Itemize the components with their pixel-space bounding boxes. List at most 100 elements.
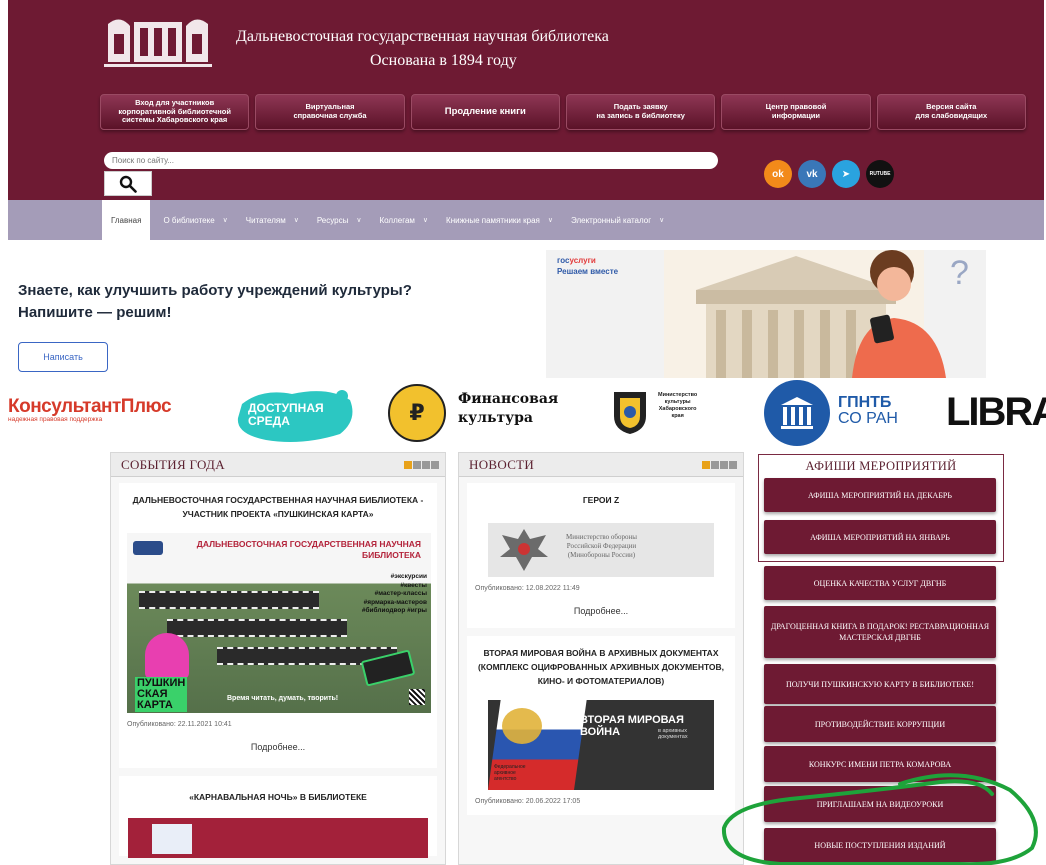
event-published-date: Опубликовано: 22.11.2021 10:41 — [127, 721, 232, 728]
ruble-icon[interactable]: ₽ — [388, 384, 446, 442]
gos-slogan: Решаем вместе — [557, 267, 619, 276]
event-title[interactable]: ДАЛЬНЕВОСТОЧНАЯ ГОСУДАРСТВЕННАЯ НАУЧНАЯ … — [127, 493, 429, 521]
banner-line-2: Напишите — решим! — [18, 304, 172, 321]
header-button-row: Вход для участников корпоративной библио… — [100, 94, 1026, 130]
nav-resources[interactable]: Ресурсы ∨ — [308, 200, 371, 240]
pushkin-card-button[interactable]: ПОЛУЧИ ПУШКИНСКУЮ КАРТУ В БИБЛИОТЕКЕ! — [764, 664, 996, 704]
dostupnaya-line-2: СРЕДА — [248, 414, 290, 428]
columns-icon — [781, 397, 813, 429]
konsultant-name: КонсультантПлюс — [8, 396, 172, 417]
financial-culture-logo[interactable]: Финансовая культура — [458, 390, 558, 428]
pushkin-image-slogan: Время читать, думать, творить! — [227, 695, 339, 702]
social-links: ok vk ➤ RUTUBE — [764, 160, 894, 188]
new-arrivals-button[interactable]: НОВЫЕ ПОСТУПЛЕНИЯ ИЗДАНИЙ — [764, 828, 996, 862]
gpntb-line-2: СО РАН — [838, 410, 898, 427]
uslugi-part: услуги — [569, 256, 596, 265]
events-column: СОБЫТИЯ ГОДА ДАЛЬНЕВОСТОЧНАЯ ГОСУДАРСТВЕ… — [110, 452, 446, 865]
registration-request-button[interactable]: Подать заявку на запись в библиотеку — [565, 94, 716, 130]
chevron-down-icon: ∨ — [356, 217, 362, 224]
nav-book-monuments[interactable]: Книжные памятники края ∨ — [437, 200, 562, 240]
view-switch-icon[interactable] — [404, 460, 439, 469]
ww2-archive-image[interactable]: ВТОРАЯ МИРОВАЯ ВОЙНА в архивных документ… — [488, 700, 714, 790]
odnoklassniki-icon[interactable]: ok — [764, 160, 792, 188]
news-article: ГЕРОИ Z Министерство обороны Российской … — [467, 483, 735, 628]
pushkin-image-brand: ПУШКИН СКАЯ КАРТА — [135, 677, 188, 712]
gos-part: гос — [557, 256, 570, 265]
minkult-name: Министерство культуры Хабаровского края — [658, 392, 698, 419]
news-more-link[interactable]: Подробнее... — [475, 606, 727, 616]
carnival-image[interactable] — [128, 818, 428, 858]
ww2-image-org: Федеральное архивное агентство — [494, 764, 526, 782]
news-title-text[interactable]: ВТОРАЯ МИРОВАЯ ВОЙНА В АРХИВНЫХ ДОКУМЕНТ… — [475, 646, 727, 688]
banner-question: Знаете, как улучшить работу учреждений к… — [18, 280, 412, 324]
nav-home[interactable]: Главная — [102, 200, 151, 240]
video-lessons-button[interactable]: ПРИГЛАШАЕМ НА ВИДЕОУРОКИ — [764, 786, 996, 822]
ww2-image-sub: в архивных документах — [658, 728, 688, 740]
gpntb-logo-icon[interactable] — [764, 380, 830, 446]
minkult-khabarovsk-logo[interactable]: Министерство культуры Хабаровского края — [608, 388, 738, 436]
minoborony-caption: Министерство обороны Российской Федераци… — [566, 533, 637, 559]
nav-about[interactable]: О библиотеке ∨ — [154, 200, 236, 240]
low-vision-version-button[interactable]: Версия сайта для слабовидящих — [876, 94, 1026, 130]
library-subtitle: Основана в 1894 году — [370, 52, 517, 69]
anti-corruption-button[interactable]: ПРОТИВОДЕЙСТВИЕ КОРРУПЦИИ — [764, 706, 996, 742]
site-header: Дальневосточная государственная научная … — [8, 0, 1044, 200]
view-switch-icon[interactable] — [702, 460, 737, 469]
chevron-down-icon: ∨ — [222, 217, 228, 224]
magnifier-icon — [119, 175, 137, 193]
nav-label: Главная — [111, 215, 142, 225]
events-header: СОБЫТИЯ ГОДА — [111, 453, 445, 477]
pushkin-image-title: ДАЛЬНЕВОСТОЧНАЯ ГОСУДАРСТВЕННАЯ НАУЧНАЯ … — [196, 539, 421, 560]
afisha-january-button[interactable]: АФИША МЕРОПРИЯТИЙ НА ЯНВАРЬ — [764, 520, 996, 554]
news-header: НОВОСТИ — [459, 453, 743, 477]
library-partner-logo[interactable]: LIBRAR — [946, 390, 1046, 435]
afisha-december-button[interactable]: АФИША МЕРОПРИЯТИЙ НА ДЕКАБРЬ — [764, 478, 996, 512]
service-quality-button[interactable]: ОЦЕНКА КАЧЕСТВА УСЛУГ ДВГНБ — [764, 566, 996, 600]
news-article: ВТОРАЯ МИРОВАЯ ВОЙНА В АРХИВНЫХ ДОКУМЕНТ… — [467, 636, 735, 815]
events-title: СОБЫТИЯ ГОДА — [121, 456, 225, 472]
main-nav: Главная О библиотеке ∨ Читателям ∨ Ресурсы… — [8, 200, 1044, 240]
nav-catalog[interactable]: Электронный каталог ∨ — [562, 200, 673, 240]
library-title: Дальневосточная государственная научная … — [236, 28, 609, 45]
news-title: НОВОСТИ — [469, 456, 535, 472]
precious-book-button[interactable]: ДРАГОЦЕННАЯ КНИГА В ПОДАРОК! РЕСТАВРАЦИО… — [764, 606, 996, 658]
minoborony-image[interactable]: Министерство обороны Российской Федераци… — [488, 523, 714, 577]
chevron-down-icon: ∨ — [547, 217, 553, 224]
event-article: «КАРНАВАЛЬНАЯ НОЧЬ» В БИБЛИОТЕКЕ — [119, 776, 437, 858]
news-published-date: Опубликовано: 12.08.2022 11:49 — [475, 585, 580, 592]
vk-icon[interactable]: vk — [798, 160, 826, 188]
search-input[interactable] — [104, 152, 718, 169]
news-column: НОВОСТИ ГЕРОИ Z Министерство обороны Рос… — [458, 452, 744, 865]
news-published-date: Опубликовано: 20.06.2022 17:05 — [475, 798, 581, 805]
nav-readers[interactable]: Читателям ∨ — [237, 200, 308, 240]
pushkin-card-image[interactable]: ДАЛЬНЕВОСТОЧНАЯ ГОСУДАРСТВЕННАЯ НАУЧНАЯ … — [127, 533, 431, 713]
pushkin-image-tags: #экскурсии #квесты #мастер-классы #ярмар… — [361, 573, 427, 614]
nav-label: О библиотеке — [163, 215, 215, 225]
news-title-text[interactable]: ГЕРОИ Z — [475, 493, 727, 507]
gpntb-line-1: ГПНТБ — [838, 394, 892, 411]
nav-label: Коллегам — [379, 215, 415, 225]
rutube-icon[interactable]: RUTUBE — [866, 160, 894, 188]
write-button[interactable]: Написать — [18, 342, 108, 372]
event-article: ДАЛЬНЕВОСТОЧНАЯ ГОСУДАРСТВЕННАЯ НАУЧНАЯ … — [119, 483, 437, 768]
book-renewal-button[interactable]: Продление книги — [410, 94, 560, 130]
event-more-link[interactable]: Подробнее... — [127, 742, 429, 752]
gosuslugi-logo: госуслуги Решаем вместе — [557, 255, 618, 277]
coat-of-arms-icon — [614, 392, 646, 434]
fin-line-1: Финансовая — [458, 391, 559, 407]
banner-line-1: Знаете, как улучшить работу учреждений к… — [18, 282, 412, 299]
legal-info-center-button[interactable]: Центр правовой информации — [721, 94, 871, 130]
library-logo[interactable] — [100, 14, 216, 76]
gpntb-logo[interactable]: ГПНТБ СО РАН — [838, 395, 898, 427]
komarov-contest-button[interactable]: КОНКУРС ИМЕНИ ПЕТРА КОМАРОВА — [764, 746, 996, 782]
search-button[interactable] — [104, 171, 152, 196]
nav-colleagues[interactable]: Коллегам ∨ — [370, 200, 437, 240]
konsultant-sub: надежная правовая поддержка — [8, 416, 103, 423]
event-title[interactable]: «КАРНАВАЛЬНАЯ НОЧЬ» В БИБЛИОТЕКЕ — [127, 790, 429, 804]
kbs-login-button[interactable]: Вход для участников корпоративной библио… — [100, 94, 250, 130]
fin-line-2: культура — [458, 410, 533, 426]
dostupnaya-sreda-logo[interactable]: ДОСТУПНАЯ СРЕДА — [232, 386, 358, 444]
virtual-help-button[interactable]: Виртуальная справочная служба — [255, 94, 405, 130]
telegram-icon[interactable]: ➤ — [832, 160, 860, 188]
konsultant-plus-logo[interactable]: КонсультантПлюс надежная правовая поддер… — [8, 396, 172, 423]
